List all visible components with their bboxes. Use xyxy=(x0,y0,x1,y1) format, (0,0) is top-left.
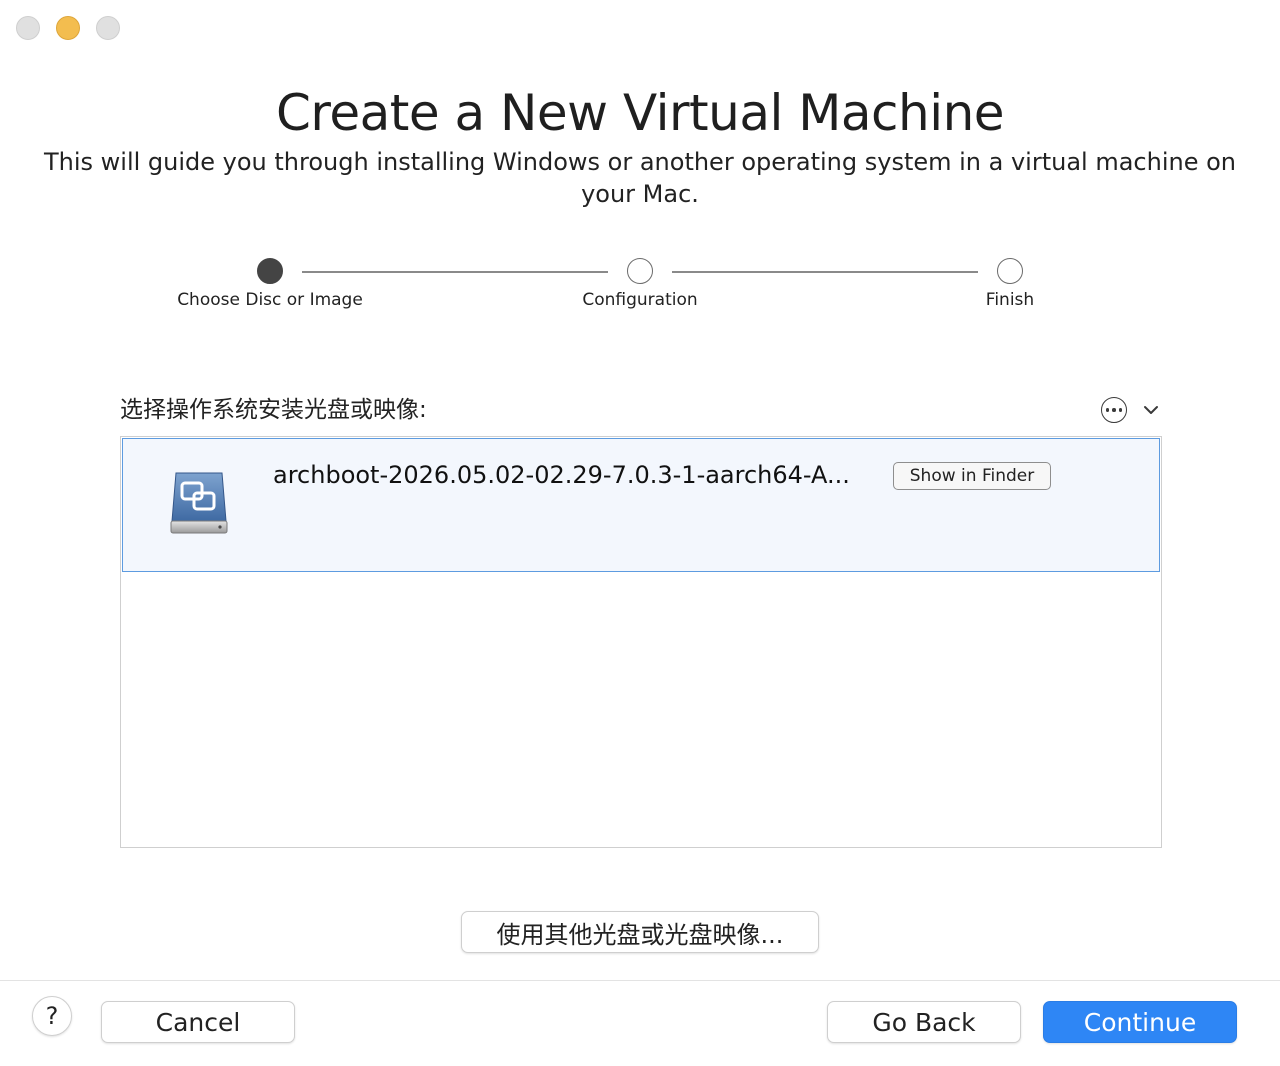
chevron-down-icon[interactable] xyxy=(1142,402,1160,418)
step-3-label: Finish xyxy=(985,290,1035,310)
page-title: Create a New Virtual Machine xyxy=(275,84,1005,142)
disc-image-icon xyxy=(170,472,228,534)
new-vm-window: Create a New Virtual Machine This will g… xyxy=(0,0,1280,1066)
use-other-disc-button[interactable]: 使用其他光盘或光盘映像... xyxy=(461,911,819,953)
choose-disc-label: 选择操作系统安装光盘或映像: xyxy=(120,397,427,423)
go-back-button[interactable]: Go Back xyxy=(827,1001,1021,1043)
continue-button[interactable]: Continue xyxy=(1043,1001,1237,1043)
traffic-lights xyxy=(16,16,120,40)
cancel-button[interactable]: Cancel xyxy=(101,1001,295,1043)
step-2-indicator xyxy=(627,258,653,284)
step-1-label: Choose Disc or Image xyxy=(177,290,363,310)
page-subtitle: This will guide you through installing W… xyxy=(43,148,1236,208)
footer-divider xyxy=(0,980,1280,981)
step-1-indicator xyxy=(257,258,283,284)
disc-image-list[interactable]: archboot-2026.05.02-02.29-7.0.3-1-aarch6… xyxy=(120,436,1162,848)
step-connector xyxy=(672,271,978,273)
more-options-icon[interactable] xyxy=(1101,397,1127,423)
list-item[interactable]: archboot-2026.05.02-02.29-7.0.3-1-aarch6… xyxy=(122,438,1160,572)
help-button[interactable]: ? xyxy=(32,996,72,1036)
progress-stepper: Choose Disc or Image Configuration Finis… xyxy=(0,258,1280,338)
disc-image-name: archboot-2026.05.02-02.29-7.0.3-1-aarch6… xyxy=(273,461,850,489)
step-3-indicator xyxy=(997,258,1023,284)
step-connector xyxy=(302,271,608,273)
minimize-window-button[interactable] xyxy=(56,16,80,40)
show-in-finder-button[interactable]: Show in Finder xyxy=(893,462,1051,490)
step-2-label: Configuration xyxy=(582,290,698,310)
close-window-button[interactable] xyxy=(16,16,40,40)
zoom-window-button[interactable] xyxy=(96,16,120,40)
